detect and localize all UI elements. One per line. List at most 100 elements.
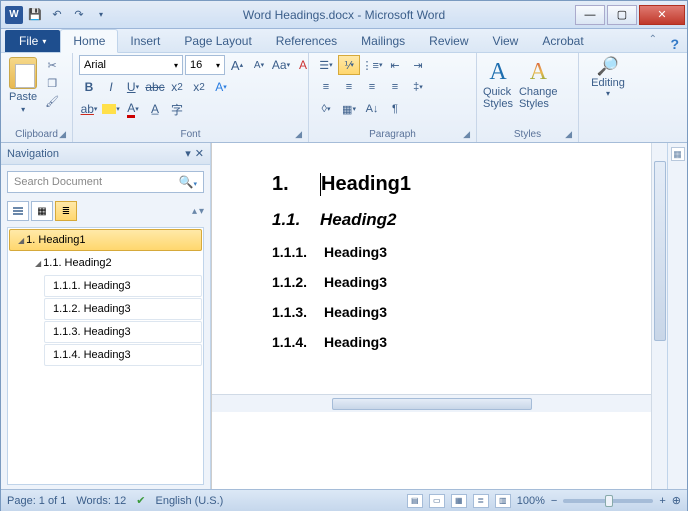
font-color-button[interactable]: A▾: [123, 99, 143, 119]
paragraph-dialog-launcher[interactable]: ◢: [463, 129, 470, 140]
nav-collapse-icon[interactable]: ▴: [192, 206, 197, 217]
strikethrough-button[interactable]: abc: [145, 77, 165, 97]
highlight-button[interactable]: ab▾: [79, 99, 99, 119]
zoom-fit-icon[interactable]: ⊕: [672, 494, 681, 507]
nav-tab-results[interactable]: ≣: [55, 201, 77, 221]
vertical-scrollbar[interactable]: [651, 143, 667, 489]
numbering-button[interactable]: ⅟▾: [338, 55, 360, 75]
superscript-button[interactable]: x2: [189, 77, 209, 97]
editing-button[interactable]: 🔎 Editing▾: [591, 55, 625, 98]
subscript-button[interactable]: x2: [167, 77, 187, 97]
decrease-indent-button[interactable]: ⇤: [384, 55, 406, 75]
styles-dialog-launcher[interactable]: ◢: [565, 129, 572, 140]
nav-item[interactable]: 1.1.1. Heading3: [44, 275, 202, 297]
align-center-button[interactable]: ≡: [338, 77, 360, 97]
doc-heading[interactable]: 1.1.1.Heading3: [272, 244, 621, 260]
document-page[interactable]: 1.Heading1 1.1.Heading2 1.1.1.Heading3 1.1.…: [212, 143, 651, 394]
underline-button[interactable]: U▾: [123, 77, 143, 97]
proofing-icon[interactable]: ✔: [136, 494, 145, 507]
font-name-select[interactable]: Arial▾: [79, 55, 183, 75]
multilevel-list-button[interactable]: ⋮≡▾: [361, 55, 383, 75]
horizontal-scrollbar[interactable]: [212, 394, 651, 412]
minimize-ribbon-icon[interactable]: ⌃: [649, 34, 657, 45]
maximize-button[interactable]: ▢: [607, 5, 637, 25]
line-spacing-button[interactable]: ‡▾: [407, 77, 429, 97]
bullets-button[interactable]: ☰▾: [315, 55, 337, 75]
ruler-toggle-icon[interactable]: ▦: [671, 147, 685, 161]
change-styles-button[interactable]: AChange Styles: [519, 59, 558, 110]
zoom-out-button[interactable]: −: [551, 495, 557, 507]
qat-customize[interactable]: ▾: [91, 5, 111, 25]
search-input[interactable]: Search Document 🔍▾: [7, 171, 204, 193]
view-print-layout[interactable]: ▤: [407, 494, 423, 508]
zoom-in-button[interactable]: +: [659, 495, 665, 507]
tab-mailings[interactable]: Mailings: [349, 30, 417, 52]
redo-button[interactable]: ↷: [69, 5, 89, 25]
cut-button[interactable]: ✂: [43, 57, 61, 73]
align-left-button[interactable]: ≡: [315, 77, 337, 97]
tab-references[interactable]: References: [264, 30, 349, 52]
bold-button[interactable]: B: [79, 77, 99, 97]
nav-close-icon[interactable]: ✕: [195, 147, 204, 160]
zoom-level[interactable]: 100%: [517, 495, 545, 507]
nav-item[interactable]: ◢1.1. Heading2: [26, 252, 202, 274]
status-language[interactable]: English (U.S.): [155, 495, 223, 507]
align-right-button[interactable]: ≡: [361, 77, 383, 97]
show-marks-button[interactable]: ¶: [384, 99, 406, 119]
nav-item[interactable]: 1.1.3. Heading3: [44, 321, 202, 343]
view-draft[interactable]: ▥: [495, 494, 511, 508]
tab-home[interactable]: Home: [60, 29, 118, 53]
navigation-tree[interactable]: ◢1. Heading1◢1.1. Heading21.1.1. Heading…: [7, 227, 204, 485]
expand-icon[interactable]: ◢: [35, 259, 41, 268]
view-web-layout[interactable]: ▦: [451, 494, 467, 508]
view-outline[interactable]: ≣: [473, 494, 489, 508]
doc-heading[interactable]: 1.1.Heading2: [272, 210, 621, 230]
help-icon[interactable]: ?: [670, 36, 679, 52]
tab-insert[interactable]: Insert: [118, 30, 172, 52]
change-case-button[interactable]: Aa▾: [271, 55, 291, 75]
close-button[interactable]: ✕: [639, 5, 685, 25]
nav-item[interactable]: ◢1. Heading1: [9, 229, 202, 251]
doc-heading[interactable]: 1.Heading1: [272, 173, 621, 196]
nav-tab-headings[interactable]: [7, 201, 29, 221]
doc-heading[interactable]: 1.1.4.Heading3: [272, 334, 621, 350]
nav-item[interactable]: 1.1.2. Heading3: [44, 298, 202, 320]
sort-button[interactable]: A↓: [361, 99, 383, 119]
increase-indent-button[interactable]: ⇥: [407, 55, 429, 75]
nav-tab-pages[interactable]: ▦: [31, 201, 53, 221]
nav-item[interactable]: 1.1.4. Heading3: [44, 344, 202, 366]
tab-page-layout[interactable]: Page Layout: [172, 30, 263, 52]
grow-font-button[interactable]: A▴: [227, 55, 247, 75]
clipboard-dialog-launcher[interactable]: ◢: [59, 129, 66, 140]
expand-icon[interactable]: ◢: [18, 236, 24, 245]
text-highlight-color-button[interactable]: ▾: [101, 99, 121, 119]
tab-acrobat[interactable]: Acrobat: [530, 30, 595, 52]
nav-expand-icon[interactable]: ▾: [199, 206, 204, 217]
shading-button[interactable]: ◊▾: [315, 99, 337, 119]
text-effects-button[interactable]: A▾: [211, 77, 231, 97]
doc-heading[interactable]: 1.1.2.Heading3: [272, 274, 621, 290]
font-size-select[interactable]: 16▾: [185, 55, 225, 75]
paste-button[interactable]: Paste ▾: [7, 55, 39, 116]
character-shading-button[interactable]: A̲: [145, 99, 165, 119]
nav-menu-icon[interactable]: ▾: [185, 147, 191, 160]
tab-view[interactable]: View: [481, 30, 531, 52]
format-painter-button[interactable]: 🖌: [43, 93, 61, 109]
font-dialog-launcher[interactable]: ◢: [295, 129, 302, 140]
justify-button[interactable]: ≡: [384, 77, 406, 97]
file-tab[interactable]: File▾: [5, 30, 60, 52]
document-area[interactable]: 1.Heading1 1.1.Heading2 1.1.1.Heading3 1.1.…: [211, 143, 651, 489]
status-words[interactable]: Words: 12: [76, 495, 126, 507]
view-full-screen[interactable]: ▭: [429, 494, 445, 508]
undo-button[interactable]: ↶: [47, 5, 67, 25]
status-page[interactable]: Page: 1 of 1: [7, 495, 66, 507]
zoom-slider[interactable]: [563, 499, 653, 503]
italic-button[interactable]: I: [101, 77, 121, 97]
quick-styles-button[interactable]: AQuick Styles: [483, 59, 513, 110]
copy-button[interactable]: ❐: [43, 75, 61, 91]
doc-heading[interactable]: 1.1.3.Heading3: [272, 304, 621, 320]
tab-review[interactable]: Review: [417, 30, 480, 52]
enclose-characters-button[interactable]: 字: [167, 99, 187, 119]
save-button[interactable]: 💾: [25, 5, 45, 25]
borders-button[interactable]: ▦▾: [338, 99, 360, 119]
